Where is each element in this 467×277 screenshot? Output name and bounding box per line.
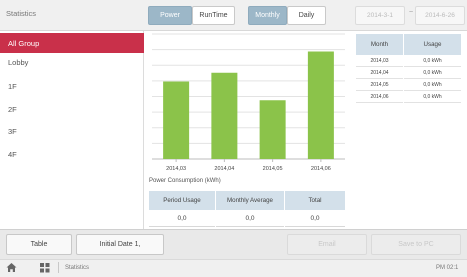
sidebar-item-4f[interactable]: 4F	[0, 144, 144, 164]
summary-value-total: 0,0	[285, 210, 345, 227]
summary-header-monthly-average: Monthly Average	[216, 191, 284, 210]
chart-x-tick-label: 2014,04	[214, 166, 234, 172]
chart-bar	[259, 100, 286, 159]
summary-header-period-usage: Period Usage	[149, 191, 215, 210]
sidebar-item-3f[interactable]: 3F	[0, 121, 144, 141]
page-title: Statistics	[6, 9, 37, 18]
tab-daily[interactable]: Daily	[287, 6, 326, 25]
summary-header-total: Total	[285, 191, 345, 210]
tab-monthly[interactable]: Monthly	[248, 6, 287, 25]
tab-power[interactable]: Power	[148, 6, 192, 25]
chart-x-tick-label: 2014,03	[166, 166, 186, 172]
usage-table-month: 2014,04	[356, 68, 403, 79]
power-bar-chart: 2014,03 2014,04 2014,05 2014,06	[152, 33, 345, 172]
email-button[interactable]: Email	[287, 234, 367, 255]
date-to-field[interactable]: 2014-6-26	[415, 6, 465, 25]
usage-table-month: 2014,06	[356, 92, 403, 103]
summary-value-monthly-average: 0,0	[216, 210, 284, 227]
usage-table-header-usage: Usage	[404, 34, 461, 55]
breadcrumb: Statistics	[65, 265, 90, 271]
summary-value-period-usage: 0,0	[149, 210, 215, 227]
chart-x-tick-label: 2014,06	[311, 166, 331, 172]
usage-table-usage: 0,0 kWh	[404, 80, 461, 91]
chart-bar	[163, 81, 190, 159]
menu-grid-icon[interactable]	[40, 263, 50, 273]
sidebar-item-2f[interactable]: 2F	[0, 99, 144, 119]
sidebar-item-lobby[interactable]: Lobby	[0, 52, 144, 72]
chart-caption: Power Consumption (kWh)	[149, 178, 221, 184]
date-separator: ~	[409, 9, 414, 16]
usage-table-header-month: Month	[356, 34, 403, 55]
chart-bar	[211, 72, 238, 159]
usage-table-month: 2014,03	[356, 56, 403, 67]
clock: PM 02:1	[436, 265, 459, 271]
usage-table-usage: 0,0 kWh	[404, 56, 461, 67]
group-sidebar: All Group Lobby 1F 2F 3F 4F	[0, 31, 144, 229]
usage-table-usage: 0,0 kWh	[404, 68, 461, 79]
sidebar-item-1f[interactable]: 1F	[0, 76, 144, 96]
sidebar-item-all-group[interactable]: All Group	[0, 33, 144, 53]
table-button[interactable]: Table	[6, 234, 72, 255]
chart-x-tick-label: 2014,05	[263, 166, 283, 172]
save-to-pc-button[interactable]: Save to PC	[371, 234, 461, 255]
tab-runtime[interactable]: RunTime	[192, 6, 235, 25]
status-divider	[58, 262, 59, 273]
chart-bar	[307, 51, 334, 159]
initial-date-button[interactable]: Initial Date 1,	[76, 234, 164, 255]
date-from-field[interactable]: 2014-3-1	[355, 6, 405, 25]
usage-table-month: 2014,05	[356, 80, 403, 91]
usage-table-usage: 0,0 kWh	[404, 92, 461, 103]
home-icon[interactable]	[6, 262, 17, 273]
